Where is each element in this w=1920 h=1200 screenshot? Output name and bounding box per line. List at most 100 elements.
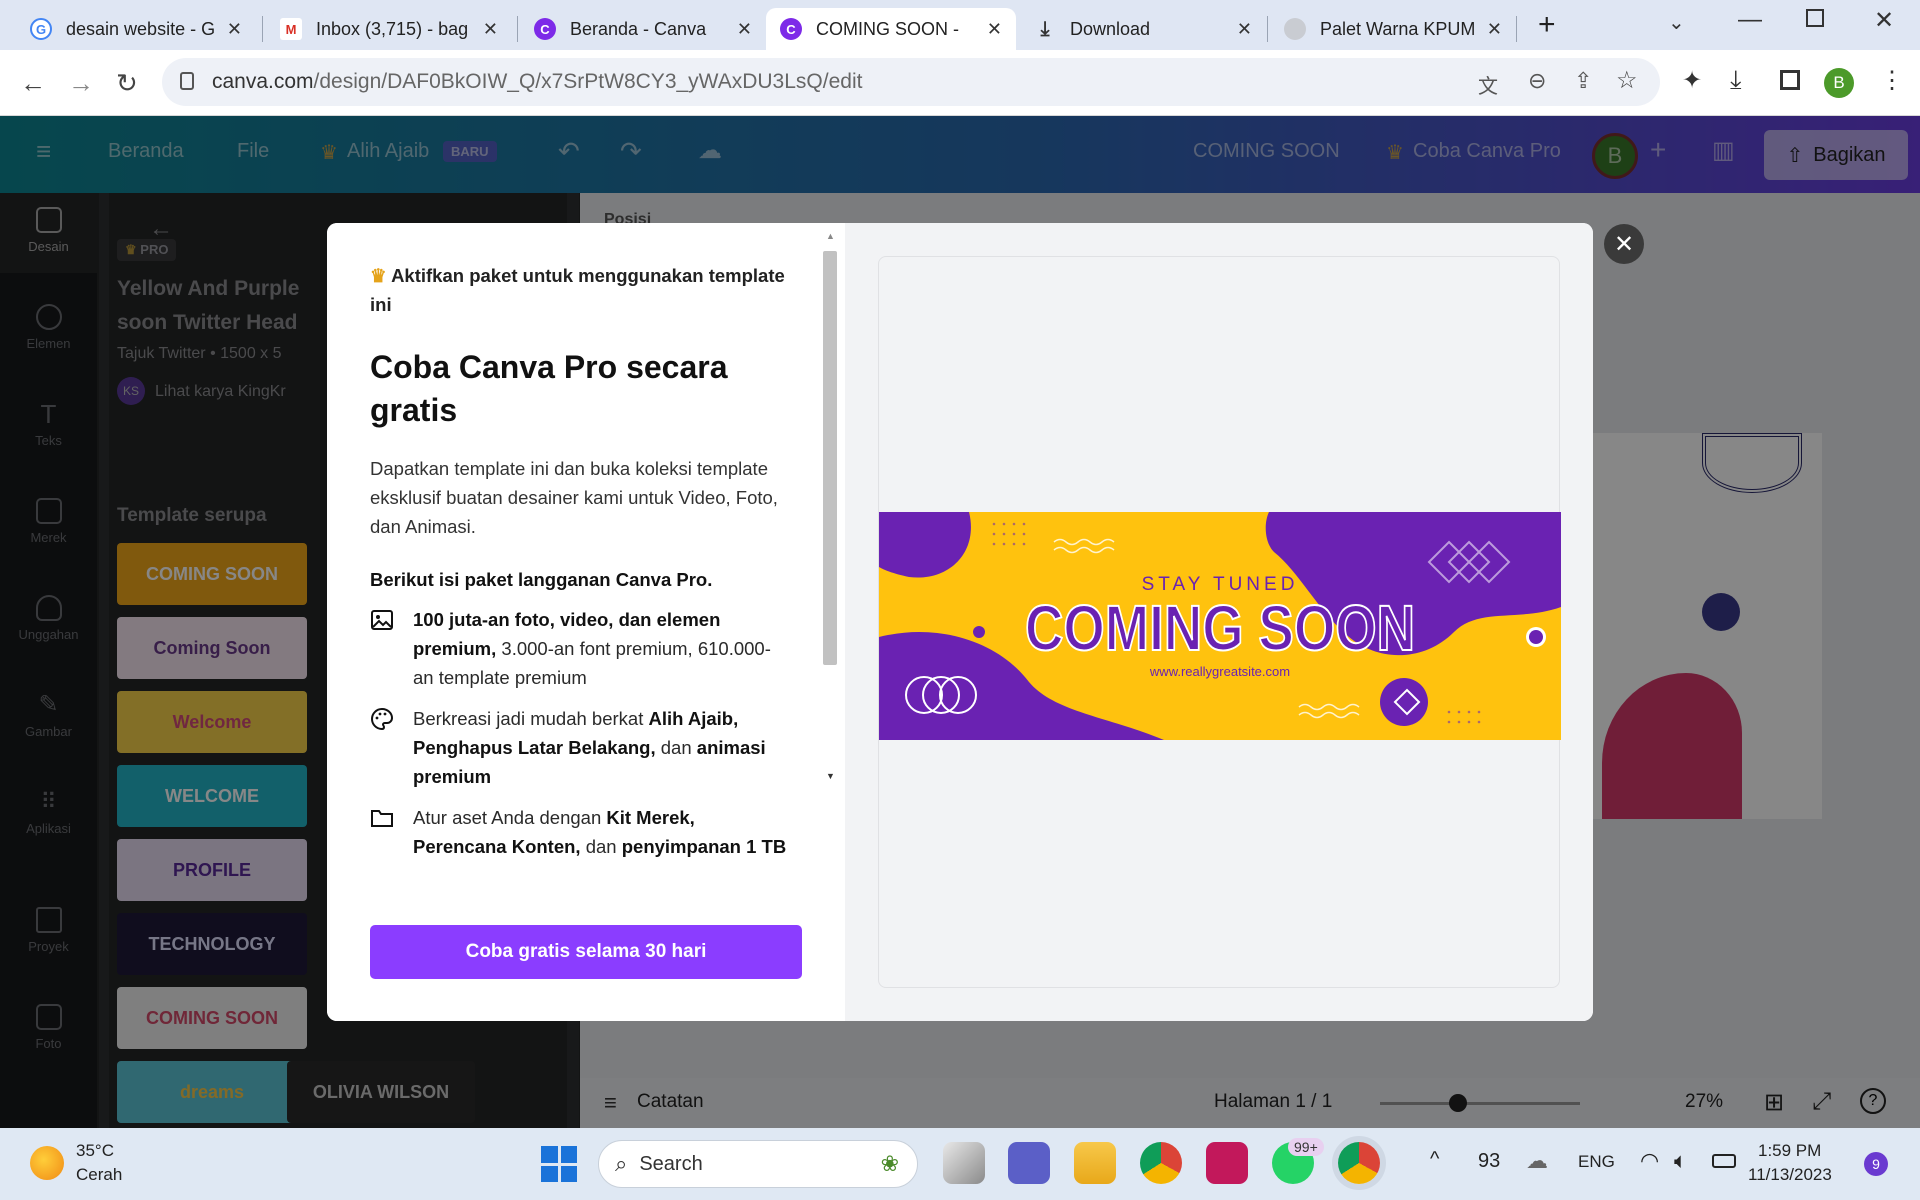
banner-coming-soon: COMING SOON	[1025, 592, 1415, 664]
tab-strip: G desain website - G ✕ M Inbox (3,715) -…	[0, 0, 1920, 50]
tray-chevron-icon[interactable]: ^	[1430, 1148, 1439, 1171]
tab-title: desain website - G	[66, 18, 216, 39]
clock-time[interactable]: 1:59 PM	[1758, 1141, 1821, 1161]
reload-icon[interactable]: ↻	[116, 68, 138, 99]
coming-soon-banner: STAY TUNED COMING SOON www.reallygreatsi…	[879, 512, 1561, 740]
feature-text: dan	[655, 737, 697, 758]
folder-icon	[371, 810, 393, 827]
gmail-icon: M	[280, 18, 302, 40]
battery-percent[interactable]: 93	[1478, 1150, 1500, 1173]
taskbar-search-box[interactable]: ⌕ Search ❀	[598, 1140, 918, 1188]
battery-icon[interactable]	[1712, 1154, 1736, 1168]
tab-title: Download	[1070, 18, 1151, 39]
wps-office-icon[interactable]	[1206, 1142, 1248, 1184]
lock-icon[interactable]	[180, 72, 194, 90]
purple-dot	[973, 626, 985, 638]
teams-icon[interactable]	[1008, 1142, 1050, 1184]
browser-tab-3[interactable]: C Beranda - Canva ✕	[520, 8, 766, 50]
chrome-icon[interactable]	[1140, 1142, 1182, 1184]
palette-icon	[371, 707, 394, 731]
google-icon: G	[30, 18, 52, 40]
preview-frame: STAY TUNED COMING SOON www.reallygreatsi…	[878, 256, 1561, 988]
translate-icon[interactable]: 文	[1478, 70, 1498, 99]
feature-item-3: Atur aset Anda dengan Kit Merek, Perenca…	[370, 803, 790, 861]
kicker-text: Aktifkan paket untuk menggunakan templat…	[370, 265, 785, 315]
language-indicator[interactable]: ENG	[1578, 1152, 1615, 1172]
wifi-icon[interactable]: ◠	[1640, 1148, 1659, 1174]
features-heading: Berikut isi paket langganan Canva Pro.	[370, 569, 713, 590]
modal-description: Dapatkan template ini dan buka koleksi t…	[370, 458, 778, 537]
browser-tab-5[interactable]: ⤓ Download ✕	[1020, 8, 1266, 50]
image-icon	[371, 610, 393, 630]
chrome-profile-icon[interactable]	[1338, 1142, 1380, 1184]
feature-bold: penyimpanan 1 TB	[621, 836, 787, 857]
fade-divider	[327, 890, 845, 892]
weather-sun-icon[interactable]	[30, 1146, 64, 1180]
weather-desc[interactable]: Cerah	[76, 1165, 122, 1185]
weather-temp[interactable]: 35°C	[76, 1141, 114, 1161]
tab-search-chevron-icon[interactable]: ⌄	[1668, 10, 1685, 35]
globe-icon	[1284, 18, 1306, 40]
browser-tab-2[interactable]: M Inbox (3,715) - bag ✕	[266, 8, 512, 50]
tab-title: COMING SOON -	[816, 18, 959, 39]
profile-avatar[interactable]: B	[1824, 68, 1854, 98]
back-icon[interactable]: ←	[20, 68, 46, 99]
close-tab-icon[interactable]: ✕	[987, 19, 1002, 40]
side-panel-icon[interactable]	[1780, 70, 1800, 90]
close-modal-button[interactable]: ✕	[1604, 224, 1644, 264]
close-tab-icon[interactable]: ✕	[737, 19, 752, 40]
tab-title: Inbox (3,715) - bag	[316, 18, 469, 39]
search-label: Search	[639, 1152, 703, 1175]
close-tab-icon[interactable]: ✕	[1237, 19, 1252, 40]
download-icon: ⤓	[1040, 17, 1050, 40]
heading-line-2: gratis	[370, 392, 458, 428]
zoom-out-icon[interactable]: ⊖	[1528, 68, 1546, 94]
whatsapp-badge: 99+	[1288, 1138, 1324, 1156]
extensions-icon[interactable]: ✦	[1682, 66, 1702, 95]
share-page-icon[interactable]: ⇪	[1574, 68, 1592, 94]
minimize-icon[interactable]: —	[1738, 6, 1762, 34]
search-icon: ⌕	[615, 1151, 628, 1176]
tab-title: Palet Warna KPUM	[1320, 18, 1476, 39]
modal-preview-column: STAY TUNED COMING SOON www.reallygreatsi…	[845, 223, 1593, 1021]
search-highlight-icon: ❀	[880, 1151, 899, 1176]
notification-count[interactable]: 9	[1864, 1152, 1888, 1176]
purple-circle	[1380, 678, 1428, 726]
scroll-thumb[interactable]	[823, 251, 837, 665]
scroll-down-arrow-icon[interactable]: ▼	[826, 771, 835, 781]
forward-icon[interactable]: →	[68, 68, 94, 99]
close-tab-icon[interactable]: ✕	[1487, 19, 1502, 40]
address-toolbar: ← → ↻ canva.com/design/DAF0BkOIW_Q/x7SrP…	[0, 50, 1920, 116]
url-host: canva.com	[212, 70, 314, 93]
try-free-30-days-button[interactable]: Coba gratis selama 30 hari	[370, 925, 802, 979]
bookmark-star-icon[interactable]: ☆	[1616, 66, 1638, 95]
close-window-icon[interactable]: ✕	[1874, 6, 1894, 35]
url-path: /design/DAF0BkOIW_Q/x7SrPtW8CY3_yWAxDU3L…	[313, 70, 863, 93]
restore-icon[interactable]	[1806, 9, 1824, 27]
modal-heading: Coba Canva Pro secara gratis	[370, 346, 800, 432]
task-view-icon[interactable]	[943, 1142, 985, 1184]
browser-tab-6[interactable]: Palet Warna KPUM ✕	[1270, 8, 1516, 50]
file-explorer-icon[interactable]	[1074, 1142, 1116, 1184]
new-tab-plus-icon[interactable]: +	[1538, 8, 1556, 42]
browser-tab-1[interactable]: G desain website - G ✕	[16, 8, 256, 50]
crown-icon: ♛	[370, 265, 387, 286]
onedrive-icon[interactable]: ☁	[1526, 1148, 1548, 1174]
url-bar[interactable]: canva.com/design/DAF0BkOIW_Q/x7SrPtW8CY3…	[162, 58, 1660, 106]
clock-date[interactable]: 11/13/2023	[1748, 1165, 1832, 1185]
browser-tab-active[interactable]: C COMING SOON - ✕	[766, 8, 1016, 50]
feature-item-1: 100 juta-an foto, video, dan elemen prem…	[370, 605, 790, 692]
pro-upgrade-modal: ♛ Aktifkan paket untuk menggunakan templ…	[327, 223, 1593, 1021]
windows-start-icon[interactable]	[541, 1146, 577, 1182]
modal-scrollbar[interactable]: ▲ ▼	[823, 231, 837, 783]
scroll-up-arrow-icon[interactable]: ▲	[826, 231, 835, 241]
close-tab-icon[interactable]: ✕	[227, 19, 242, 40]
menu-dots-icon[interactable]: ⋮	[1880, 66, 1904, 95]
feature-text: Atur aset Anda dengan	[413, 807, 607, 828]
feature-item-2: Berkreasi jadi mudah berkat Alih Ajaib, …	[370, 704, 790, 791]
modal-kicker: ♛ Aktifkan paket untuk menggunakan templ…	[370, 261, 790, 319]
close-tab-icon[interactable]: ✕	[483, 19, 498, 40]
volume-icon[interactable]: 🔈︎	[1674, 1148, 1687, 1174]
downloads-icon[interactable]: ⤓	[1730, 64, 1742, 96]
feature-text: Berkreasi jadi mudah berkat	[413, 708, 649, 729]
